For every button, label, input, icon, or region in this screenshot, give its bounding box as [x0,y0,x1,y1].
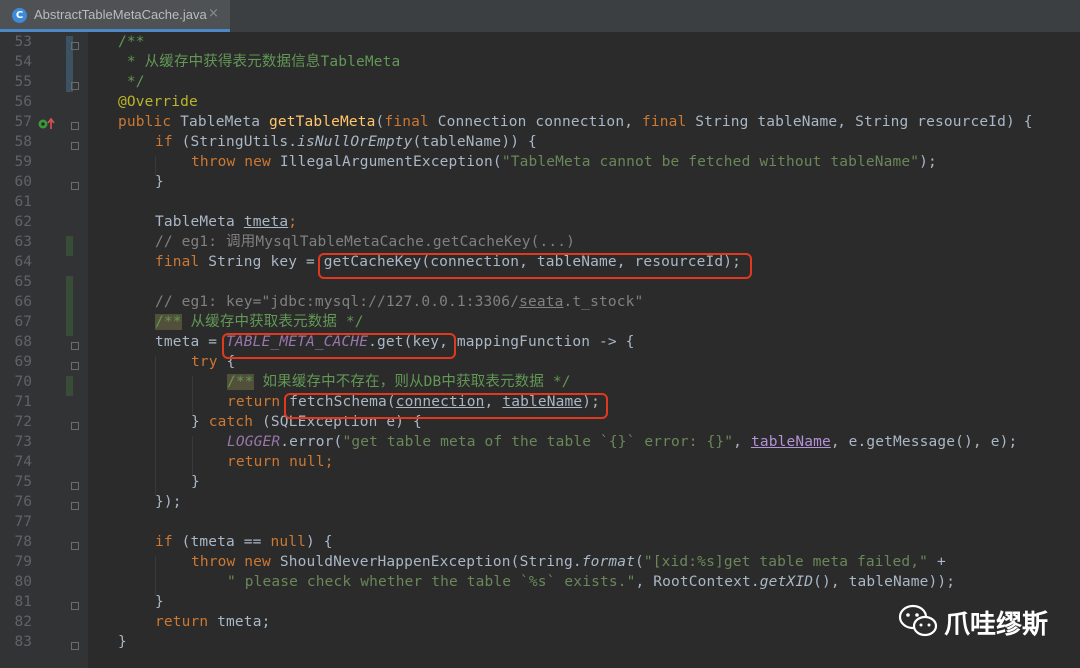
code-line: 75 } [0,472,1080,492]
code-line: 61 [0,192,1080,212]
code-text: /** 从缓存中获取表元数据 */ [155,314,364,330]
code-line: 69 try { [0,352,1080,372]
code-text: @Override [118,94,198,110]
line-number: 68 [14,334,32,350]
code-line: 77 [0,512,1080,532]
code-line: 58 if (StringUtils.isNullOrEmpty(tableNa… [0,132,1080,152]
code-text: /** [118,34,145,50]
code-text: return null; [227,454,334,470]
code-text: /** 如果缓存中不存在，则从DB中获取表元数据 */ [227,374,571,390]
editor-tab-bar: C AbstractTableMetaCache.java × [0,0,1080,33]
line-number: 57 [14,114,32,130]
code-line: 68 tmeta = TABLE_META_CACHE.get(key, map… [0,332,1080,352]
code-line: 54 * 从缓存中获得表元数据信息TableMeta [0,52,1080,72]
code-line: 60 } [0,172,1080,192]
tab-label: AbstractTableMetaCache.java [34,7,207,22]
line-number: 81 [14,594,32,610]
line-number: 74 [14,454,32,470]
code-text: } [118,634,127,650]
line-number: 72 [14,414,32,430]
line-number: 77 [14,514,32,530]
code-text: throw new ShouldNeverHappenException(Str… [191,554,946,570]
code-text: " please check whether the table `%s` ex… [227,574,956,590]
line-number: 55 [14,74,32,90]
line-number: 59 [14,154,32,170]
line-number: 62 [14,214,32,230]
code-line: 57 public TableMeta getTableMeta(final C… [0,112,1080,132]
line-number: 58 [14,134,32,150]
code-line: 70 /** 如果缓存中不存在，则从DB中获取表元数据 */ [0,372,1080,392]
line-number: 73 [14,434,32,450]
code-line: 53 /** [0,32,1080,52]
line-number: 83 [14,634,32,650]
code-line: 56 @Override [0,92,1080,112]
code-line: 55 */ [0,72,1080,92]
line-number: 56 [14,94,32,110]
line-number: 76 [14,494,32,510]
line-number: 61 [14,194,32,210]
code-line: 63 // eg1: 调用MysqlTableMetaCache.getCach… [0,232,1080,252]
code-text: return tmeta; [155,614,271,630]
code-line: 80 " please check whether the table `%s`… [0,572,1080,592]
highlight-box-fetch-schema [284,393,608,419]
code-text: * 从缓存中获得表元数据信息TableMeta [118,54,401,70]
java-class-icon: C [12,8,27,23]
line-number: 79 [14,554,32,570]
code-text: } [155,174,164,190]
line-number: 53 [14,34,32,50]
code-line: 66 // eg1: key="jdbc:mysql://127.0.0.1:3… [0,292,1080,312]
code-text: } [191,474,200,490]
line-number: 80 [14,574,32,590]
line-number: 64 [14,254,32,270]
code-line: 73 LOGGER.error("get table meta of the t… [0,432,1080,452]
close-icon[interactable]: × [208,6,219,21]
highlight-box-get-cache-key [318,253,752,279]
code-text: */ [118,74,145,90]
line-number: 67 [14,314,32,330]
line-number: 82 [14,614,32,630]
code-text: } [155,594,164,610]
code-line: 78 if (tmeta == null) { [0,532,1080,552]
line-number: 66 [14,294,32,310]
code-line: 67 /** 从缓存中获取表元数据 */ [0,312,1080,332]
line-number: 54 [14,54,32,70]
code-line: 79 throw new ShouldNeverHappenException(… [0,552,1080,572]
highlight-box-cache-get [222,333,456,359]
code-text: TableMeta tmeta; [155,214,298,230]
code-text: // eg1: key="jdbc:mysql://127.0.0.1:3306… [155,294,644,310]
code-text: // eg1: 调用MysqlTableMetaCache.getCacheKe… [155,234,576,250]
line-number: 78 [14,534,32,550]
code-line: 62 TableMeta tmeta; [0,212,1080,232]
code-text: throw new IllegalArgumentException("Tabl… [191,154,937,170]
tab-abstract-table-meta-cache[interactable]: C AbstractTableMetaCache.java × [0,0,230,32]
wechat-icon [898,604,938,637]
line-number: 71 [14,394,32,410]
code-text: public TableMeta getTableMeta(final Conn… [118,114,1033,130]
line-number: 60 [14,174,32,190]
line-number: 63 [14,234,32,250]
code-text: if (tmeta == null) { [155,534,333,550]
code-line: 76 }); [0,492,1080,512]
watermark-text: 爪哇缪斯 [944,610,1049,640]
code-text: LOGGER.error("get table meta of the tabl… [227,434,1018,450]
code-text: if (StringUtils.isNullOrEmpty(tableName)… [155,134,537,150]
line-number: 75 [14,474,32,490]
line-number: 69 [14,354,32,370]
code-line: 59 throw new IllegalArgumentException("T… [0,152,1080,172]
line-number: 65 [14,274,32,290]
code-line: 74 return null; [0,452,1080,472]
line-number: 70 [14,374,32,390]
code-text: }); [155,494,182,510]
